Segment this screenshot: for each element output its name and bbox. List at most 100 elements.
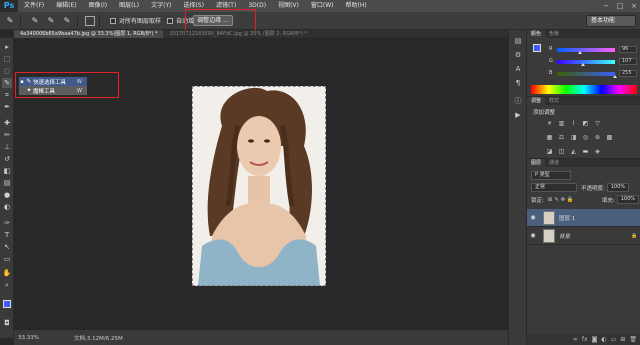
tab-document-1[interactable]: 4a340006b65a9baa47b.jpg @ 33.3%(图层 1, RG… [14, 30, 164, 38]
history-brush-tool-icon[interactable]: ↺ [2, 154, 12, 164]
tab-layers[interactable]: 图层 [527, 159, 546, 167]
eye-icon[interactable]: ◉ [527, 232, 539, 239]
link-layers-icon[interactable]: ∞ [573, 336, 578, 343]
tab-color[interactable]: 颜色 [527, 30, 546, 38]
eyedropper-tool-icon[interactable]: ✒ [2, 102, 12, 112]
invert-icon[interactable]: ◪ [545, 147, 554, 156]
adjustment-layer-icon[interactable]: ◐ [601, 336, 606, 343]
maximize-button[interactable]: □ [616, 2, 624, 10]
canvas-area[interactable] [14, 38, 508, 330]
layer-row-layer1[interactable]: ◉ 图层 1 [527, 209, 640, 227]
history-panel-icon[interactable]: ▤ [513, 36, 523, 46]
blue-slider[interactable]: B 255 [549, 70, 639, 78]
blur-tool-icon[interactable]: ● [2, 190, 12, 200]
brush-tool-icon[interactable]: ✏ [2, 130, 12, 140]
layer-filter-select[interactable]: P 类型 [531, 171, 571, 180]
blue-thumb-icon[interactable] [613, 75, 617, 78]
fill-field[interactable]: 100% [616, 195, 639, 204]
green-thumb-icon[interactable] [581, 63, 585, 66]
refine-edge-button[interactable]: 调整边缘 ... [193, 15, 233, 26]
posterize-icon[interactable]: ◫ [557, 147, 566, 156]
selective-color-icon[interactable]: ◈ [593, 147, 602, 156]
tab-channels[interactable]: 通道 [545, 159, 563, 167]
auto-enhance-checkbox[interactable] [167, 17, 174, 24]
lock-icons[interactable]: ⊠ ✎ ✥ 🔒 [548, 197, 574, 203]
menu-layer[interactable]: 图层(L) [113, 0, 145, 12]
sample-all-layers-checkbox[interactable] [110, 17, 116, 24]
document-size[interactable]: 文档:3.12M/6.25M [54, 334, 123, 342]
gradient-tool-icon[interactable]: ▤ [2, 178, 12, 188]
layer-mask-icon[interactable]: ◙ [592, 336, 598, 343]
gradient-map-icon[interactable]: ▬ [581, 147, 590, 156]
brightness-contrast-icon[interactable]: ☀ [545, 119, 554, 128]
flyout-item-magic-wand[interactable]: ✦ 魔棒工具 W [19, 86, 87, 95]
color-panel-foreground-swatch[interactable] [533, 44, 541, 52]
menu-filter[interactable]: 滤镜(T) [210, 0, 242, 12]
menu-view[interactable]: 视图(V) [272, 0, 305, 12]
clone-stamp-tool-icon[interactable]: ⊥ [2, 142, 12, 152]
hue-saturation-icon[interactable]: ▦ [545, 133, 554, 142]
tab-adjustments[interactable]: 调整 [527, 97, 546, 105]
hand-tool-icon[interactable]: ✋ [2, 268, 12, 278]
exposure-icon[interactable]: ◩ [581, 119, 590, 128]
minimize-button[interactable]: − [602, 2, 610, 10]
layer-row-background[interactable]: ◉ 背景 🔒 [527, 227, 640, 245]
menu-edit[interactable]: 编辑(E) [50, 0, 82, 12]
threshold-icon[interactable]: ◭ [569, 147, 578, 156]
subtract-from-selection-brush-icon[interactable]: ✎ [61, 15, 73, 27]
zoom-tool-icon[interactable]: ⌕ [2, 280, 12, 290]
green-value[interactable]: 107 [619, 58, 637, 65]
brush-size-picker-icon[interactable] [85, 15, 95, 26]
tab-swatches[interactable]: 色板 [545, 30, 563, 38]
curves-icon[interactable]: ⌇ [569, 119, 578, 128]
new-selection-brush-icon[interactable]: ✎ [29, 15, 41, 27]
delete-layer-icon[interactable]: 🗑 [629, 336, 637, 343]
new-layer-icon[interactable]: ⊞ [620, 336, 625, 343]
info-panel-icon[interactable]: ⓘ [513, 96, 523, 106]
levels-icon[interactable]: ▥ [557, 119, 566, 128]
menu-type[interactable]: 文字(Y) [145, 0, 177, 12]
menu-file[interactable]: 文件(F) [18, 0, 50, 12]
pen-tool-icon[interactable]: ✑ [2, 218, 12, 228]
channel-mixer-icon[interactable]: ⊛ [593, 133, 602, 142]
quick-selection-tool-icon[interactable]: ✎ [2, 78, 12, 88]
menu-3d[interactable]: 3D(D) [242, 0, 272, 12]
character-panel-icon[interactable]: A [513, 64, 523, 74]
quick-selection-tool-preset-icon[interactable]: ✎ [4, 15, 16, 27]
workspace-select[interactable]: 基本功能 [586, 15, 636, 27]
properties-panel-icon[interactable]: ⚙ [513, 50, 523, 60]
eraser-tool-icon[interactable]: ◧ [2, 166, 12, 176]
red-track[interactable] [557, 48, 615, 52]
red-thumb-icon[interactable] [578, 51, 582, 54]
crop-tool-icon[interactable]: ⌗ [2, 90, 12, 100]
blend-mode-select[interactable]: 正常 [531, 183, 577, 192]
actions-panel-icon[interactable]: ▶ [513, 110, 523, 120]
color-spectrum-ramp[interactable] [531, 85, 637, 94]
red-slider[interactable]: R 96 [549, 46, 639, 54]
healing-brush-tool-icon[interactable]: ✚ [2, 118, 12, 128]
menu-select[interactable]: 选择(S) [177, 0, 210, 12]
dodge-tool-icon[interactable]: ◐ [2, 202, 12, 212]
photo-filter-icon[interactable]: ◎ [581, 133, 590, 142]
menu-help[interactable]: 帮助(H) [340, 0, 373, 12]
blue-track[interactable] [557, 72, 615, 76]
path-selection-tool-icon[interactable]: ↖ [2, 242, 12, 252]
color-balance-icon[interactable]: ⚖ [557, 133, 566, 142]
group-layers-icon[interactable]: ▭ [611, 336, 617, 343]
type-tool-icon[interactable]: T [2, 230, 12, 240]
vibrance-icon[interactable]: ▽ [593, 119, 602, 128]
green-slider[interactable]: G 107 [549, 58, 639, 66]
tab-styles[interactable]: 样式 [545, 97, 563, 105]
color-lookup-icon[interactable]: ▩ [605, 133, 614, 142]
flyout-item-quick-selection[interactable]: ▪ ✎ 快速选择工具 W [19, 77, 87, 86]
tab-document-2[interactable]: 20170712183000_8AFdC.jpg @ 25% (图层 2, RG… [163, 30, 312, 38]
close-button[interactable]: × [630, 2, 638, 10]
paragraph-panel-icon[interactable]: ¶ [513, 78, 523, 88]
shape-tool-icon[interactable]: ▭ [2, 254, 12, 264]
foreground-color-swatch[interactable] [3, 300, 11, 308]
add-to-selection-brush-icon[interactable]: ✎ [45, 15, 57, 27]
menu-window[interactable]: 窗口(W) [305, 0, 340, 12]
lasso-tool-icon[interactable]: ◌ [2, 66, 12, 76]
menu-image[interactable]: 图像(I) [83, 0, 113, 12]
red-value[interactable]: 96 [619, 46, 637, 53]
